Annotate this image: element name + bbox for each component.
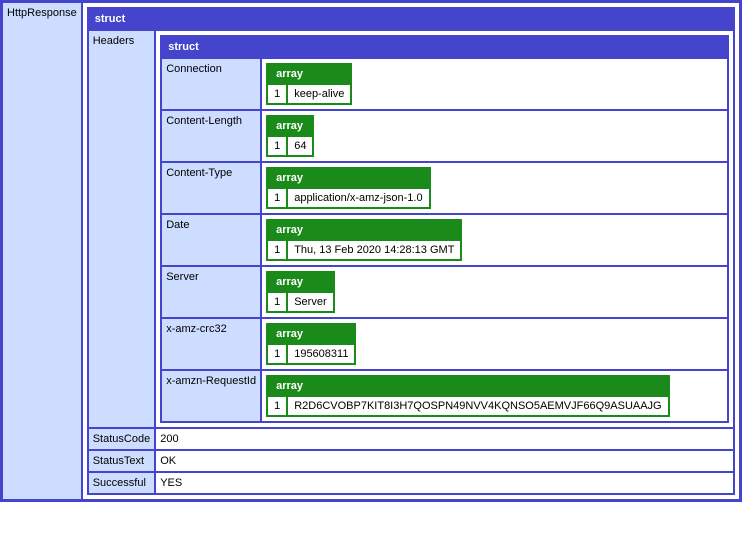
array-table: array1Thu, 13 Feb 2020 14:28:13 GMT (266, 219, 462, 261)
array-table: array1195608311 (266, 323, 356, 365)
header-row: Datearray1Thu, 13 Feb 2020 14:28:13 GMT (161, 214, 728, 266)
response-struct-table: struct Headers struct Connectionarray1ke… (87, 7, 735, 495)
array-index: 1 (267, 136, 287, 156)
header-value-cell: array164 (261, 110, 728, 162)
array-table: array1R2D6CVOBP7KIT8I3H7QOSPN49NVV4KQNSO… (266, 375, 670, 417)
array-value: Thu, 13 Feb 2020 14:28:13 GMT (287, 240, 461, 260)
statuscode-value: 200 (155, 428, 734, 450)
http-response-struct: HttpResponse struct Headers struct (0, 0, 742, 502)
header-name: Server (161, 266, 261, 318)
array-index: 1 (267, 188, 287, 208)
array-value: Server (287, 292, 333, 312)
array-index: 1 (267, 396, 287, 416)
array-heading: array (267, 324, 355, 344)
statustext-label: StatusText (88, 450, 155, 472)
headers-label: Headers (88, 30, 155, 428)
array-value: 195608311 (287, 344, 355, 364)
header-row: x-amz-crc32array1195608311 (161, 318, 728, 370)
array-table: array1keep-alive (266, 63, 352, 105)
header-name: Content-Type (161, 162, 261, 214)
array-table: array1Server (266, 271, 335, 313)
array-value: application/x-amz-json-1.0 (287, 188, 429, 208)
array-heading: array (267, 376, 669, 396)
struct-heading: struct (161, 36, 728, 58)
header-row: Connectionarray1keep-alive (161, 58, 728, 110)
array-heading: array (267, 64, 351, 84)
array-value: 64 (287, 136, 313, 156)
array-value: keep-alive (287, 84, 351, 104)
array-value: R2D6CVOBP7KIT8I3H7QOSPN49NVV4KQNSO5AEMVJ… (287, 396, 668, 416)
http-response-value: struct Headers struct Connectionarray1ke… (82, 2, 741, 501)
header-value-cell: array1195608311 (261, 318, 728, 370)
statuscode-label: StatusCode (88, 428, 155, 450)
array-heading: array (267, 116, 313, 136)
header-value-cell: array1application/x-amz-json-1.0 (261, 162, 728, 214)
array-heading: array (267, 272, 334, 292)
array-heading: array (267, 220, 461, 240)
header-value-cell: array1R2D6CVOBP7KIT8I3H7QOSPN49NVV4KQNSO… (261, 370, 728, 422)
header-value-cell: array1Thu, 13 Feb 2020 14:28:13 GMT (261, 214, 728, 266)
header-name: x-amz-crc32 (161, 318, 261, 370)
header-name: Content-Length (161, 110, 261, 162)
header-value-cell: array1Server (261, 266, 728, 318)
header-name: Connection (161, 58, 261, 110)
http-response-label: HttpResponse (2, 2, 82, 501)
array-index: 1 (267, 84, 287, 104)
header-name: Date (161, 214, 261, 266)
header-row: Content-Lengtharray164 (161, 110, 728, 162)
header-value-cell: array1keep-alive (261, 58, 728, 110)
array-table: array1application/x-amz-json-1.0 (266, 167, 431, 209)
headers-struct-table: struct Connectionarray1keep-aliveContent… (160, 35, 729, 423)
header-row: Serverarray1Server (161, 266, 728, 318)
header-row: Content-Typearray1application/x-amz-json… (161, 162, 728, 214)
struct-heading: struct (88, 8, 734, 30)
array-index: 1 (267, 240, 287, 260)
header-name: x-amzn-RequestId (161, 370, 261, 422)
successful-value: YES (155, 472, 734, 494)
array-index: 1 (267, 292, 287, 312)
statustext-value: OK (155, 450, 734, 472)
headers-value: struct Connectionarray1keep-aliveContent… (155, 30, 734, 428)
header-row: x-amzn-RequestIdarray1R2D6CVOBP7KIT8I3H7… (161, 370, 728, 422)
array-index: 1 (267, 344, 287, 364)
successful-label: Successful (88, 472, 155, 494)
array-table: array164 (266, 115, 314, 157)
array-heading: array (267, 168, 430, 188)
